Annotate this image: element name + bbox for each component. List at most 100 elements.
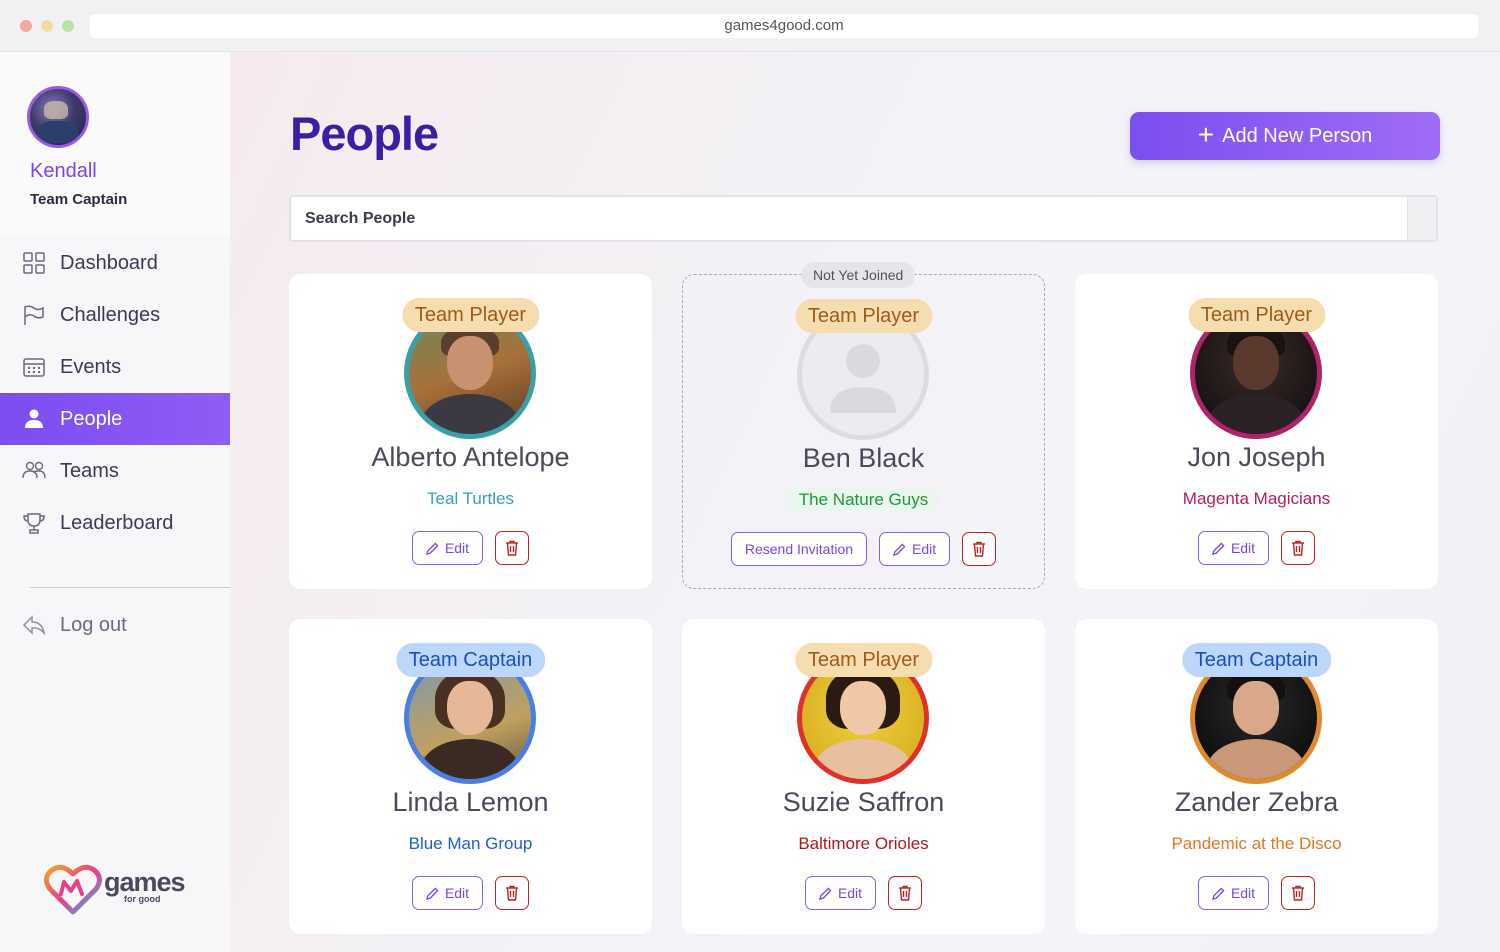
card-actions: Edit — [289, 531, 652, 565]
card-actions: Edit — [682, 876, 1045, 910]
edit-button[interactable]: Edit — [411, 531, 484, 565]
sidebar-item-events[interactable]: Events — [0, 341, 230, 393]
sidebar-item-label: Challenges — [60, 303, 161, 326]
sidebar-item-label: Teams — [60, 459, 119, 482]
sidebar-item-label: Events — [60, 355, 122, 378]
add-new-person-button[interactable]: + Add New Person — [1130, 112, 1440, 160]
delete-button[interactable] — [962, 532, 997, 566]
heart-logo-icon — [44, 864, 102, 915]
edit-label: Edit — [444, 885, 470, 901]
trash-icon — [506, 885, 519, 901]
trash-icon — [1292, 540, 1305, 556]
sidebar-item-leaderboard[interactable]: Leaderboard — [0, 497, 230, 549]
pencil-icon — [425, 886, 439, 900]
sidebar-item-people[interactable]: People — [0, 393, 230, 445]
search-input[interactable]: Search People — [289, 195, 1409, 242]
edit-label: Edit — [444, 540, 470, 556]
team-name[interactable]: Baltimore Orioles — [786, 832, 940, 856]
flag-icon — [24, 305, 44, 325]
minimize-dot-icon[interactable] — [41, 20, 53, 32]
avatar[interactable] — [27, 86, 89, 148]
person-name: Jon Joseph — [1187, 442, 1326, 472]
edit-label: Edit — [912, 541, 937, 557]
delete-button[interactable] — [1281, 531, 1316, 565]
page-title: People — [290, 107, 439, 160]
sidebar-item-challenges[interactable]: Challenges — [0, 289, 230, 341]
card-actions: Resend Invitation Edit — [683, 532, 1044, 566]
sidebar: Kendall Team Captain Dashboard Challenge… — [0, 52, 230, 952]
team-name[interactable]: Pandemic at the Disco — [1159, 832, 1353, 856]
pencil-icon — [1211, 541, 1225, 555]
window-controls — [20, 20, 74, 32]
delete-button[interactable] — [888, 876, 923, 910]
person-card: Team Player Jon Joseph Magenta Magicians… — [1075, 274, 1438, 589]
delete-button[interactable] — [1281, 876, 1316, 910]
role-badge: Team Player — [794, 643, 933, 677]
close-dot-icon[interactable] — [20, 20, 32, 32]
pencil-icon — [1211, 886, 1225, 900]
trash-icon — [1292, 885, 1305, 901]
logout-icon — [22, 615, 46, 636]
grid-icon — [23, 252, 45, 274]
url-bar[interactable]: games4good.com — [90, 14, 1478, 38]
person-card: Team Captain Linda Lemon Blue Man Group … — [289, 619, 652, 934]
person-name: Linda Lemon — [392, 787, 549, 817]
person-name: Ben Black — [802, 443, 925, 473]
person-name: Alberto Antelope — [371, 442, 570, 472]
card-actions: Edit — [1075, 531, 1438, 565]
trash-icon — [899, 885, 912, 901]
sidebar-divider — [30, 587, 230, 588]
edit-button[interactable]: Edit — [1197, 531, 1270, 565]
sidebar-item-label: People — [60, 407, 123, 430]
edit-button[interactable]: Edit — [804, 876, 877, 910]
team-name[interactable]: Teal Turtles — [415, 487, 526, 511]
person-card: Team Player Suzie Saffron Baltimore Orio… — [682, 619, 1045, 934]
sidebar-nav: Dashboard Challenges Events People Teams… — [0, 237, 230, 549]
role-badge: Team Captain — [395, 643, 546, 677]
plus-icon: + — [1197, 118, 1215, 150]
calendar-icon — [23, 358, 45, 377]
card-actions: Edit — [289, 876, 652, 910]
user-role: Team Captain — [30, 191, 128, 208]
team-name[interactable]: Magenta Magicians — [1171, 487, 1342, 511]
logout-label: Log out — [60, 613, 127, 636]
status-badge: Not Yet Joined — [801, 262, 916, 288]
delete-button[interactable] — [495, 876, 530, 910]
user-profile: Kendall Team Captain — [0, 52, 230, 237]
person-card-pending: Not Yet Joined Team Player Ben Black The… — [682, 262, 1045, 589]
add-new-person-label: Add New Person — [1222, 124, 1373, 147]
trophy-icon — [23, 513, 45, 534]
person-name: Zander Zebra — [1174, 787, 1339, 817]
people-icon — [22, 461, 46, 479]
edit-button[interactable]: Edit — [411, 876, 484, 910]
edit-button[interactable]: Edit — [879, 532, 951, 566]
person-card: Team Player Alberto Antelope Teal Turtle… — [289, 274, 652, 589]
main-content: People + Add New Person Search People Te… — [230, 52, 1500, 952]
edit-label: Edit — [1230, 540, 1256, 556]
browser-chrome: games4good.com — [0, 0, 1500, 52]
pencil-icon — [893, 542, 906, 556]
delete-button[interactable] — [495, 531, 530, 565]
role-badge: Team Player — [794, 299, 933, 333]
person-name: Suzie Saffron — [782, 787, 945, 817]
person-card: Team Captain Zander Zebra Pandemic at th… — [1075, 619, 1438, 934]
team-name[interactable]: Blue Man Group — [397, 832, 545, 856]
brand-tagline: for good — [124, 894, 161, 904]
sidebar-item-teams[interactable]: Teams — [0, 445, 230, 497]
person-icon — [25, 409, 43, 428]
trash-icon — [506, 540, 519, 556]
edit-button[interactable]: Edit — [1197, 876, 1270, 910]
card-actions: Edit — [1075, 876, 1438, 910]
team-name[interactable]: The Nature Guys — [786, 488, 941, 512]
pencil-icon — [425, 541, 439, 555]
role-badge: Team Captain — [1181, 643, 1332, 677]
trash-icon — [973, 541, 986, 557]
edit-label: Edit — [1230, 885, 1256, 901]
user-name: Kendall — [30, 160, 97, 182]
maximize-dot-icon[interactable] — [62, 20, 74, 32]
search-button[interactable] — [1408, 195, 1438, 242]
sidebar-item-dashboard[interactable]: Dashboard — [0, 237, 230, 289]
pencil-icon — [818, 886, 832, 900]
logout-button[interactable]: Log out — [0, 599, 230, 651]
resend-invitation-button[interactable]: Resend Invitation — [730, 532, 868, 566]
